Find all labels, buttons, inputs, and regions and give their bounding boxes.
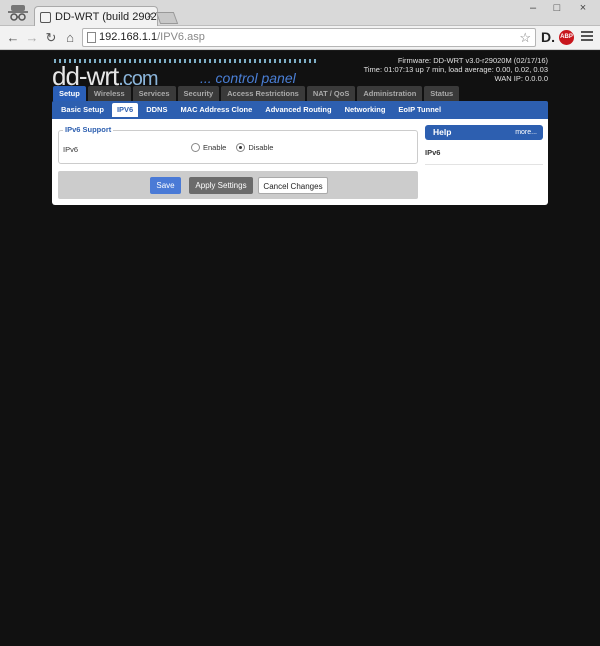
home-icon[interactable]: ⌂ <box>61 29 79 47</box>
main-nav: Setup Wireless Services Security Access … <box>53 86 460 101</box>
help-item-ipv6: IPv6 <box>425 148 441 157</box>
maximize-button[interactable]: □ <box>546 0 568 16</box>
help-title: Help <box>433 127 452 137</box>
url-host: 192.168.1.1 <box>99 31 158 43</box>
browser-toolbar: ← → ↻ ⌂ 192.168.1.1/IPV6.asp ☆ <box>0 26 600 50</box>
help-more-link[interactable]: more... <box>515 125 537 140</box>
tab-close-icon[interactable]: × <box>147 10 153 22</box>
page: dd-wrt.com ... control panel Firmware: D… <box>0 51 600 646</box>
sub-tab-networking[interactable]: Networking <box>340 103 391 117</box>
page-icon <box>87 32 96 43</box>
address-bar[interactable]: 192.168.1.1/IPV6.asp ☆ <box>82 28 536 47</box>
main-tab-status[interactable]: Status <box>424 86 460 101</box>
ipv6-support-legend: IPv6 Support <box>63 125 114 134</box>
firmware-info: Firmware: DD-WRT v3.0-r29020M (02/17/16)… <box>364 56 548 83</box>
uptime-load: Time: 01:07:13 up 7 min, load average: 0… <box>363 65 548 74</box>
reload-icon[interactable]: ↻ <box>42 29 60 47</box>
sub-tab-advanced-routing[interactable]: Advanced Routing <box>260 103 336 117</box>
close-window-button[interactable]: × <box>570 0 596 16</box>
sub-tab-basic-setup[interactable]: Basic Setup <box>56 103 109 117</box>
favicon-icon <box>40 12 51 23</box>
sub-tab-eoip-tunnel[interactable]: EoIP Tunnel <box>393 103 446 117</box>
save-button[interactable]: Save <box>150 177 181 194</box>
d-extension-icon[interactable]: D. <box>541 29 555 45</box>
main-tab-setup[interactable]: Setup <box>53 86 86 101</box>
url-path: /IPV6.asp <box>157 31 205 43</box>
chrome-menu-icon[interactable] <box>581 31 593 42</box>
new-tab-button[interactable] <box>155 12 179 24</box>
bookmark-star-icon[interactable]: ☆ <box>519 29 531 46</box>
main-tab-administration[interactable]: Administration <box>357 86 423 101</box>
sub-tab-mac-address-clone[interactable]: MAC Address Clone <box>175 103 257 117</box>
wan-ip: WAN IP: 0.0.0.0 <box>494 74 549 83</box>
ipv6-radio-group: Enable Disable <box>191 143 273 152</box>
firmware-version: Firmware: DD-WRT v3.0-r29020M (02/17/16) <box>397 56 548 65</box>
ipv6-disable-radio[interactable] <box>236 143 246 152</box>
forward-arrow-icon[interactable]: → <box>23 29 41 47</box>
content-panel: IPv6 Support IPv6 Enable Disable Save Ap… <box>52 119 548 205</box>
ipv6-support-fieldset: IPv6 Support IPv6 Enable Disable <box>58 125 418 164</box>
incognito-icon <box>8 5 28 21</box>
control-panel-tagline: ... control panel <box>200 70 296 86</box>
main-tab-services[interactable]: Services <box>132 86 176 101</box>
apply-settings-button[interactable]: Apply Settings <box>189 177 253 194</box>
adblock-plus-icon[interactable]: ABP <box>559 30 574 45</box>
browser-tab-strip: DD-WRT (build 29020M) × ‒ □ × <box>0 0 600 26</box>
tab-title: DD-WRT (build 29020M) <box>55 11 157 23</box>
main-tab-access-restrictions[interactable]: Access Restrictions <box>221 86 305 101</box>
ipv6-enable-label: Enable <box>203 143 227 152</box>
sub-nav: Basic Setup IPV6 DDNS MAC Address Clone … <box>52 101 548 119</box>
sub-tab-ipv6[interactable]: IPV6 <box>111 103 139 117</box>
action-bar: Save Apply Settings Cancel Changes <box>58 171 418 199</box>
minimize-button[interactable]: ‒ <box>522 0 544 16</box>
cancel-changes-button[interactable]: Cancel Changes <box>258 177 328 194</box>
help-divider <box>425 164 543 165</box>
main-tab-security[interactable]: Security <box>177 86 220 101</box>
browser-tab[interactable]: DD-WRT (build 29020M) × <box>34 6 158 26</box>
back-arrow-icon[interactable]: ← <box>4 29 22 47</box>
ipv6-label: IPv6 <box>63 145 79 154</box>
ipv6-enable-radio[interactable] <box>191 143 200 152</box>
help-header: Help more... <box>425 125 543 140</box>
main-tab-wireless[interactable]: Wireless <box>87 86 131 101</box>
main-tab-nat-qos[interactable]: NAT / QoS <box>306 86 356 101</box>
ipv6-disable-label: Disable <box>248 143 274 152</box>
sub-tab-ddns[interactable]: DDNS <box>141 103 172 117</box>
